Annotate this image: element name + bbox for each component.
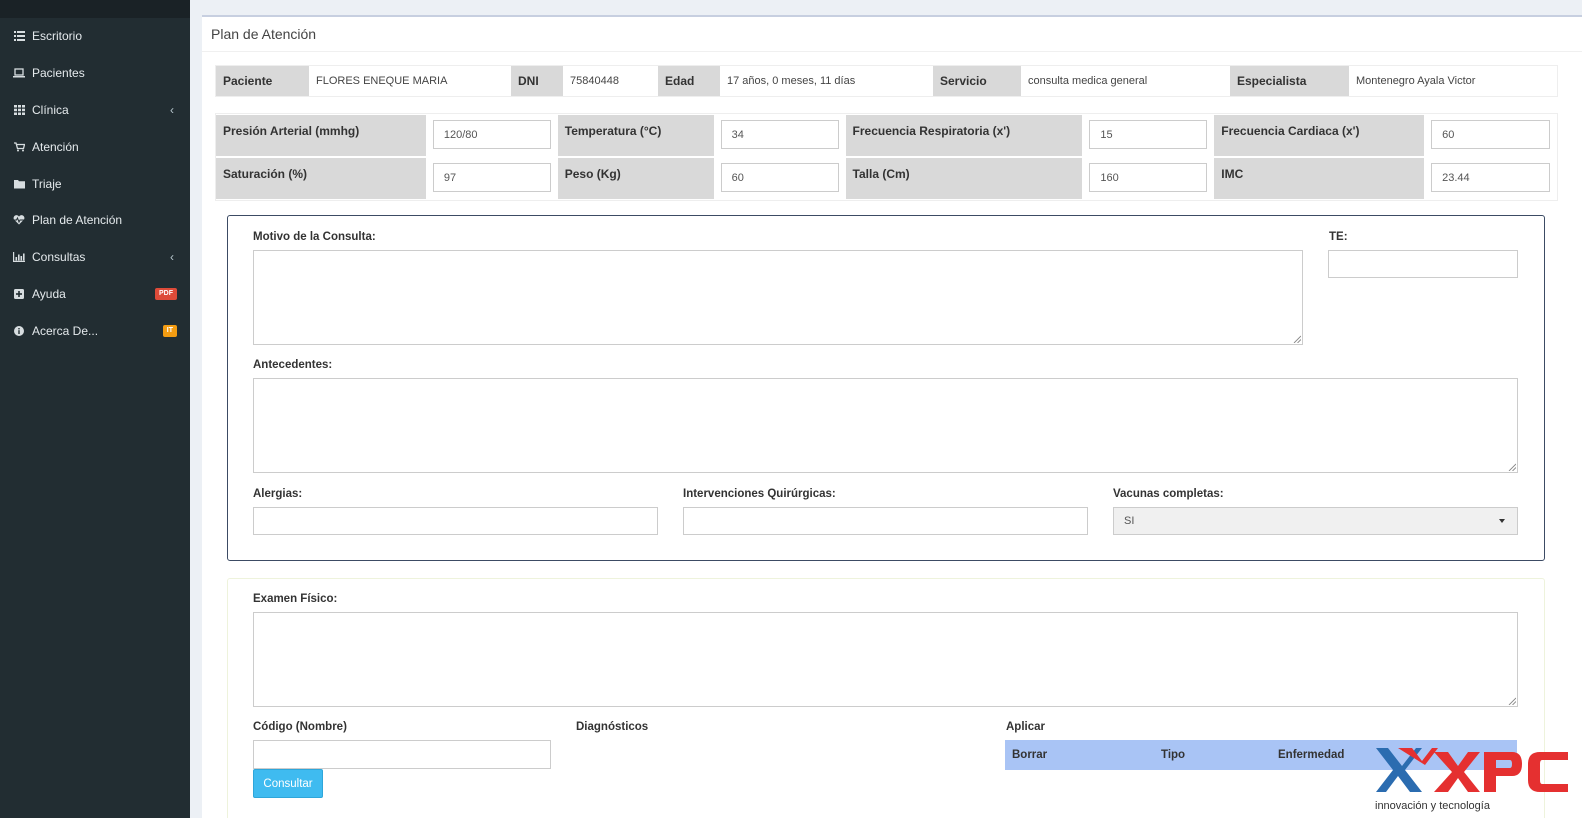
sidebar-item-escritorio[interactable]: Escritorio (0, 18, 190, 55)
sidebar-item-clinica[interactable]: Clínica ‹ (0, 92, 190, 129)
temperatura-input[interactable] (720, 120, 839, 149)
servicio-value: consulta medica general (1028, 75, 1148, 87)
edad-label: Edad (658, 66, 720, 96)
paciente-label: Paciente (216, 66, 309, 96)
codigo-label: Código (Nombre) (253, 721, 347, 733)
sidebar-item-label: Consultas (32, 250, 86, 265)
talla-input[interactable] (1089, 163, 1208, 192)
sidebar-header (0, 0, 190, 18)
codigo-input[interactable] (253, 740, 551, 769)
xpc-tagline: innovación y tecnología (1375, 800, 1490, 812)
examen-textarea[interactable] (253, 612, 1518, 707)
intervenciones-label: Intervenciones Quirúrgicas: (683, 488, 836, 500)
plus-square-icon (13, 288, 25, 300)
dashboard-icon (13, 30, 25, 42)
main-panel: Plan de Atención Paciente FLORES ENEQUE … (202, 17, 1582, 818)
patient-info-row: Paciente FLORES ENEQUE MARIA DNI 7584044… (215, 65, 1558, 97)
alergias-input[interactable] (253, 507, 658, 535)
te-input[interactable] (1328, 250, 1518, 278)
sidebar-item-plan-de-atencion[interactable]: Plan de Atención (0, 202, 190, 239)
imc-label: IMC (1214, 158, 1425, 199)
heartbeat-icon (13, 214, 25, 226)
frecuencia-respiratoria-label: Frecuencia Respiratoria (x') (845, 115, 1083, 156)
pdf-badge: PDF (155, 287, 177, 300)
antecedentes-textarea[interactable] (253, 378, 1518, 473)
diagnosticos-label: Diagnósticos (576, 721, 649, 733)
col-enfermedad: Enfermedad (1278, 749, 1345, 761)
vitals-row: Presión Arterial (mmhg) Temperatura (°C)… (216, 114, 1557, 157)
antecedentes-label: Antecedentes: (253, 359, 333, 371)
presion-label: Presión Arterial (mmhg) (216, 115, 426, 156)
xpc-logo (1376, 748, 1568, 792)
sidebar-item-label: Ayuda (32, 286, 66, 301)
sidebar-item-consultas[interactable]: Consultas ‹ (0, 239, 190, 276)
talla-label: Talla (Cm) (845, 158, 1083, 199)
title-divider (202, 51, 1582, 52)
especialista-label: Especialista (1230, 66, 1349, 96)
sidebar-item-label: Triaje (32, 176, 62, 191)
sidebar-item-label: Clínica (32, 102, 69, 117)
info-icon (13, 325, 25, 337)
saturacion-input[interactable] (432, 163, 551, 192)
temperatura-label: Temperatura (°C) (557, 115, 714, 156)
grid-icon (13, 104, 25, 116)
chevron-left-icon: ‹ (170, 250, 174, 265)
resize-handle-icon[interactable] (1508, 463, 1516, 471)
xpc-watermark: innovación y tecnología (1372, 744, 1572, 818)
sidebar-item-label: Plan de Atención (32, 213, 123, 228)
sidebar-item-atencion[interactable]: Atención (0, 128, 190, 165)
imc-input[interactable] (1431, 163, 1550, 192)
col-borrar: Borrar (1012, 749, 1048, 761)
vacunas-selected-value: SI (1124, 515, 1135, 527)
dni-value: 75840448 (570, 75, 619, 87)
frecuencia-cardiaca-label: Frecuencia Cardiaca (x') (1214, 115, 1425, 156)
servicio-label: Servicio (933, 66, 1021, 96)
especialista-value: Montenegro Ayala Victor (1356, 75, 1476, 87)
col-tipo: Tipo (1161, 749, 1186, 761)
te-label: TE: (1329, 231, 1348, 243)
edad-value: 17 años, 0 meses, 11 días (727, 75, 856, 87)
alergias-label: Alergias: (253, 488, 303, 500)
motivo-label: Motivo de la Consulta: (253, 231, 376, 243)
vacunas-select[interactable]: SI (1113, 507, 1518, 535)
resize-handle-icon[interactable] (1293, 335, 1301, 343)
peso-label: Peso (Kg) (557, 158, 714, 199)
sidebar-item-ayuda[interactable]: Ayuda PDF (0, 276, 190, 313)
page-title: Plan de Atención (211, 26, 317, 42)
vacunas-label: Vacunas completas: (1113, 488, 1224, 500)
sidebar-item-label: Atención (32, 139, 79, 154)
motivo-textarea[interactable] (253, 250, 1303, 345)
top-strip (190, 0, 1582, 16)
saturacion-label: Saturación (%) (216, 158, 426, 199)
sidebar-item-label: Acerca De... (32, 323, 99, 338)
dni-label: DNI (511, 66, 563, 96)
examen-label: Examen Físico: (253, 593, 338, 605)
intervenciones-input[interactable] (683, 507, 1088, 535)
paciente-value: FLORES ENEQUE MARIA (316, 75, 448, 87)
sidebar-item-label: Escritorio (32, 29, 83, 44)
folder-icon (13, 178, 25, 190)
peso-input[interactable] (720, 163, 839, 192)
consultar-button[interactable]: Consultar (253, 769, 323, 798)
sidebar-item-triaje[interactable]: Triaje (0, 165, 190, 202)
resize-handle-icon[interactable] (1508, 697, 1516, 705)
presion-input[interactable] (432, 120, 551, 149)
sidebar-item-label: Pacientes (32, 66, 85, 81)
vitals-table: Presión Arterial (mmhg) Temperatura (°C)… (215, 113, 1558, 201)
sidebar: Escritorio Pacientes Clínica ‹ Atención … (0, 0, 190, 818)
aplicar-label: Aplicar (1006, 721, 1045, 733)
caret-down-icon (1499, 519, 1505, 523)
bar-chart-icon (13, 251, 25, 263)
it-badge: IT (162, 324, 177, 337)
frecuencia-cardiaca-input[interactable] (1431, 120, 1550, 149)
cart-icon (13, 141, 25, 153)
chevron-left-icon: ‹ (170, 102, 174, 117)
frecuencia-respiratoria-input[interactable] (1089, 120, 1208, 149)
sidebar-item-acerca-de[interactable]: Acerca De... IT (0, 312, 190, 349)
vitals-row: Saturación (%) Peso (Kg) Talla (Cm) IMC (216, 157, 1557, 200)
laptop-icon (13, 67, 25, 79)
sidebar-item-pacientes[interactable]: Pacientes (0, 55, 190, 92)
